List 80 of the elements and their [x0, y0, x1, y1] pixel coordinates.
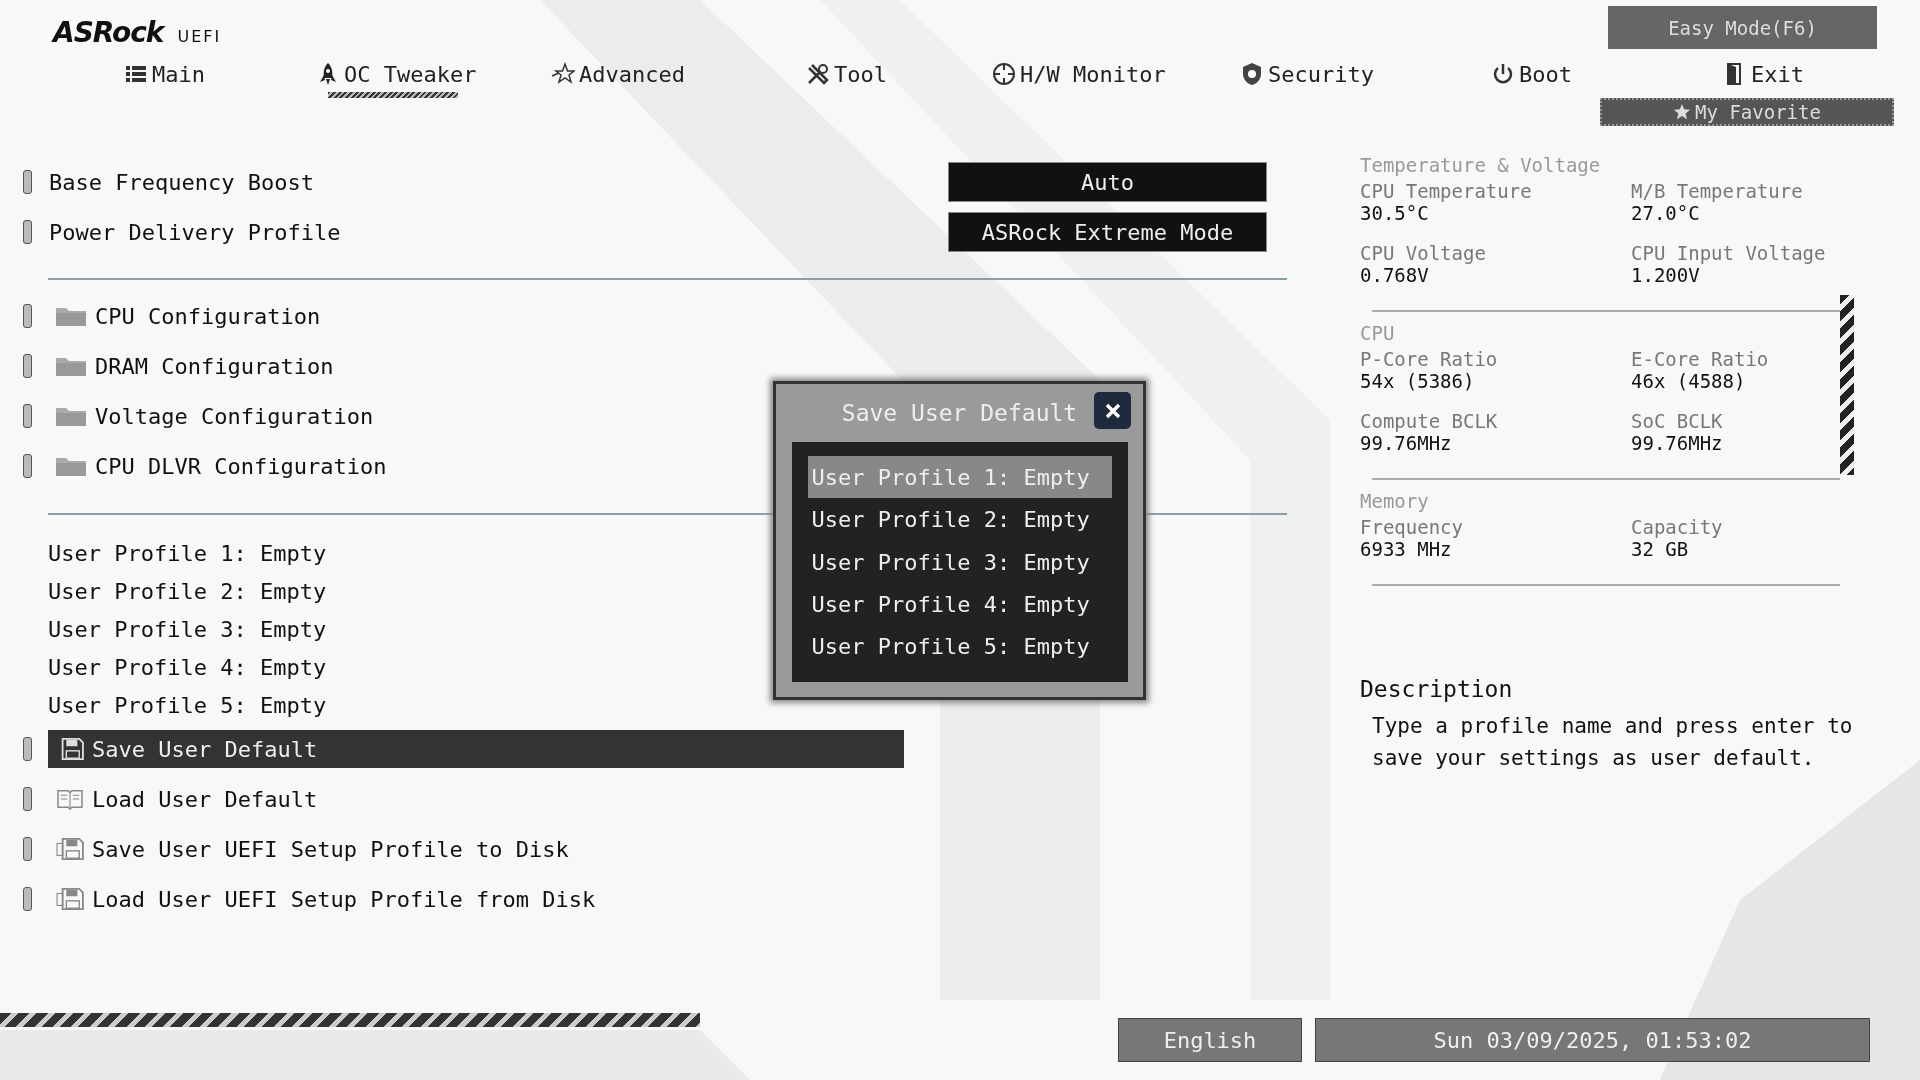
- item-marker-icon: [23, 170, 32, 194]
- profile-label: User Profile 2: Empty: [48, 578, 327, 604]
- sensor-label: P-Core Ratio: [1360, 348, 1499, 370]
- dialog-title: Save User Default: [841, 400, 1078, 426]
- nav-tab[interactable]: Main: [124, 56, 205, 92]
- description-text: Type a profile name and press enter to save your settings as user default.: [1372, 713, 1854, 772]
- floppy-disk-icon: [56, 887, 84, 911]
- item-marker-icon: [23, 304, 32, 328]
- menu-item[interactable]: Save User UEFI Setup Profile to Disk: [48, 830, 904, 868]
- sensor-label: CPU Temperature: [1360, 180, 1533, 202]
- wrench-icon: [806, 62, 830, 86]
- sensor-label: CPU Voltage: [1360, 242, 1487, 264]
- nav-tab[interactable]: Advanced: [551, 56, 685, 92]
- sensor-label: Compute BCLK: [1360, 410, 1499, 432]
- sensor-value: 32 GB: [1631, 538, 1690, 560]
- profile-label: User Profile 1: Empty: [48, 540, 327, 566]
- menu-item[interactable]: Save User Default: [48, 730, 904, 768]
- setting-value-button[interactable]: ASRock Extreme Mode: [948, 212, 1267, 252]
- description-title: Description: [1360, 676, 1514, 702]
- sensor-value: 0.768V: [1360, 264, 1430, 286]
- item-marker-icon: [23, 354, 32, 378]
- sensor-value: 1.200V: [1631, 264, 1701, 286]
- sensor-value: 54x (5386): [1360, 370, 1476, 392]
- brand-logo: ASRock: [53, 16, 164, 49]
- sensor-label: Capacity: [1631, 516, 1724, 538]
- profile-option[interactable]: User Profile 4: Empty: [807, 583, 1112, 626]
- nav-tab[interactable]: Boot: [1491, 56, 1572, 92]
- gauge-icon: [992, 62, 1016, 86]
- item-marker-icon: [23, 220, 32, 244]
- sensor-label: E-Core Ratio: [1631, 348, 1770, 370]
- submenu-item[interactable]: CPU Configuration: [55, 303, 321, 329]
- nav-tab[interactable]: Tool: [806, 56, 887, 92]
- submenu-item[interactable]: DRAM Configuration: [55, 353, 334, 379]
- profile-option[interactable]: User Profile 3: Empty: [807, 540, 1112, 584]
- nav-tab[interactable]: Exit: [1723, 56, 1804, 92]
- sensor-label: M/B Temperature: [1631, 180, 1804, 202]
- item-marker-icon: [23, 887, 32, 911]
- close-button[interactable]: [1094, 392, 1131, 429]
- logo-subtitle: UEFI: [177, 27, 222, 48]
- item-marker-icon: [23, 787, 32, 811]
- star-icon: [551, 62, 575, 86]
- submenu-item[interactable]: CPU DLVR Configuration: [55, 453, 387, 479]
- sensor-value: 27.0°C: [1631, 202, 1701, 224]
- setting-label: Base Frequency Boost: [49, 169, 315, 195]
- nav-tab[interactable]: H/W Monitor: [992, 56, 1166, 92]
- profile-label: User Profile 4: Empty: [48, 654, 327, 680]
- profile-label: User Profile 5: Empty: [48, 692, 327, 718]
- star-icon: [1673, 103, 1692, 121]
- sensor-value: 6933 MHz: [1360, 538, 1453, 560]
- shield-icon: [1240, 62, 1264, 86]
- item-marker-icon: [23, 737, 32, 761]
- sensor-label: Frequency: [1360, 516, 1464, 538]
- submenu-item[interactable]: Voltage Configuration: [55, 403, 374, 429]
- menu-item[interactable]: Load User Default: [48, 780, 904, 818]
- profile-option[interactable]: User Profile 5: Empty: [807, 625, 1112, 669]
- easy-mode-button[interactable]: Easy Mode(F6): [1608, 6, 1877, 49]
- book-icon: [56, 787, 84, 811]
- profile-label: User Profile 3: Empty: [48, 616, 327, 642]
- power-icon: [1491, 62, 1515, 86]
- setting-value-button[interactable]: Auto: [948, 162, 1267, 202]
- setting-label: Power Delivery Profile: [49, 219, 342, 245]
- section-title: CPU: [1360, 321, 1396, 346]
- item-marker-icon: [23, 404, 32, 428]
- sensor-label: CPU Input Voltage: [1631, 242, 1827, 264]
- sensor-value: 99.76MHz: [1360, 432, 1453, 454]
- date-time-display: Sun 03/09/2025, 01:53:02: [1315, 1018, 1870, 1062]
- menu-item[interactable]: Load User UEFI Setup Profile from Disk: [48, 880, 904, 918]
- item-marker-icon: [23, 454, 32, 478]
- my-favorite-button[interactable]: My Favorite: [1600, 98, 1894, 126]
- sensor-value: 99.76MHz: [1631, 432, 1724, 454]
- section-title: Temperature & Voltage: [1360, 153, 1602, 178]
- sensor-value: 46x (4588): [1631, 370, 1747, 392]
- nav-tab[interactable]: Security: [1240, 56, 1374, 92]
- sensor-label: SoC BCLK: [1631, 410, 1724, 432]
- floppy-disk-icon: [56, 837, 84, 861]
- section-title: Memory: [1360, 489, 1430, 514]
- language-button[interactable]: English: [1118, 1018, 1302, 1062]
- profile-option[interactable]: User Profile 2: Empty: [807, 498, 1112, 541]
- sensor-value: 30.5°C: [1360, 202, 1430, 224]
- item-marker-icon: [23, 837, 32, 861]
